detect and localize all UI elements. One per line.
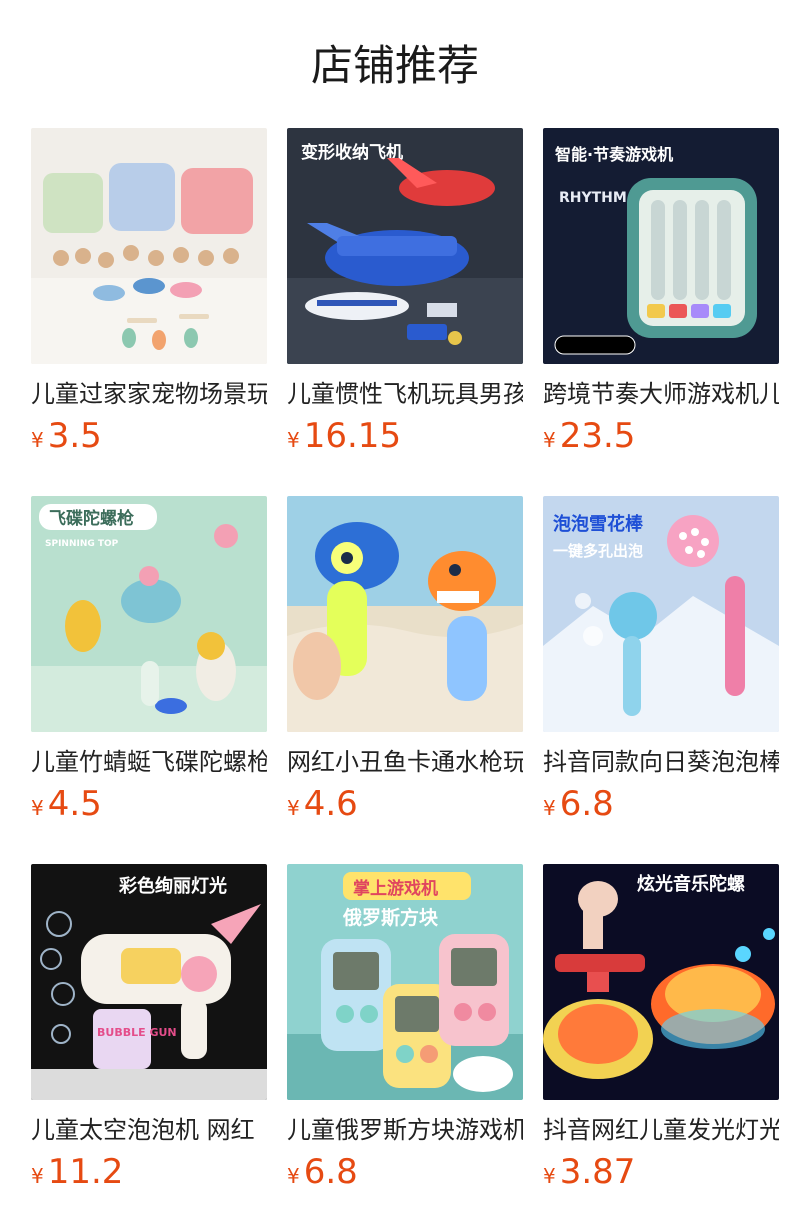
product-name[interactable]: 网红小丑鱼卡通水枪玩具: [287, 746, 523, 778]
currency-symbol: ¥: [31, 428, 44, 452]
currency-symbol: ¥: [543, 796, 556, 820]
price-value: 16.15: [303, 416, 402, 456]
currency-symbol: ¥: [287, 428, 300, 452]
product-price: ¥3.87: [543, 1152, 635, 1192]
product-image[interactable]: 炫光音乐陀螺: [543, 864, 779, 1100]
product-name[interactable]: 抖音同款向日葵泡泡棒: [543, 746, 779, 778]
image-caption: 彩色绚丽灯光: [118, 875, 227, 897]
product-price: ¥23.5: [543, 416, 635, 456]
price-value: 6.8: [559, 784, 614, 824]
image-caption: 掌上游戏机: [353, 878, 438, 899]
product-image[interactable]: 泡泡雪花棒 一键多孔出泡: [543, 496, 779, 732]
product-card[interactable]: 泡泡雪花棒 一键多孔出泡 抖音同款向日葵泡泡棒 ¥6.8: [543, 496, 779, 836]
product-card[interactable]: 掌上游戏机 俄罗斯方块 儿童俄罗斯方块游戏机 ¥6.8: [287, 864, 523, 1204]
price-value: 6.8: [303, 1152, 358, 1192]
product-card[interactable]: 炫光音乐陀螺 抖音网红儿童发光灯光陀螺 ¥3.87: [543, 864, 779, 1204]
product-price: ¥16.15: [287, 416, 401, 456]
image-subcaption: SPINNING TOP: [45, 539, 119, 549]
image-caption: 炫光音乐陀螺: [637, 873, 745, 895]
product-card[interactable]: 飞碟陀螺枪 SPINNING TOP 儿童竹蜻蜓飞碟陀螺枪 ¥4.5: [31, 496, 267, 836]
product-image[interactable]: 彩色绚丽灯光 BUBBLE GUN: [31, 864, 267, 1100]
product-image[interactable]: [31, 128, 267, 364]
product-card[interactable]: 彩色绚丽灯光 BUBBLE GUN 儿童太空泡泡机 网红 ¥11.2: [31, 864, 267, 1204]
product-card[interactable]: 网红小丑鱼卡通水枪玩具 ¥4.6: [287, 496, 523, 836]
product-price: ¥6.8: [543, 784, 614, 824]
product-price: ¥6.8: [287, 1152, 358, 1192]
image-subcaption: 一键多孔出泡: [553, 542, 643, 560]
price-value: 3.5: [47, 416, 102, 456]
image-caption: 智能·节奏游戏机: [555, 145, 673, 164]
price-value: 4.5: [47, 784, 102, 824]
product-name[interactable]: 儿童过家家宠物场景玩具: [31, 378, 267, 410]
page-title: 店铺推荐: [310, 41, 479, 90]
product-name[interactable]: 儿童惯性飞机玩具男孩: [287, 378, 523, 410]
product-name[interactable]: 儿童俄罗斯方块游戏机: [287, 1114, 523, 1146]
product-card[interactable]: 智能·节奏游戏机 RHYTHM 跨境节奏大师游戏机儿童 ¥23.5: [543, 128, 779, 468]
price-value: 4.6: [303, 784, 358, 824]
product-name[interactable]: 抖音网红儿童发光灯光陀螺: [543, 1114, 779, 1146]
currency-symbol: ¥: [31, 1164, 44, 1188]
product-image[interactable]: 智能·节奏游戏机 RHYTHM: [543, 128, 779, 364]
currency-symbol: ¥: [543, 428, 556, 452]
product-price: ¥4.6: [287, 784, 358, 824]
product-card[interactable]: 变形收纳飞机 儿童惯性飞机玩具男孩 ¥16.15: [287, 128, 523, 468]
currency-symbol: ¥: [543, 1164, 556, 1188]
image-subcaption: 俄罗斯方块: [342, 906, 439, 929]
price-value: 23.5: [559, 416, 636, 456]
product-image[interactable]: 掌上游戏机 俄罗斯方块: [287, 864, 523, 1100]
product-name[interactable]: 儿童太空泡泡机 网红: [31, 1114, 267, 1146]
product-name[interactable]: 跨境节奏大师游戏机儿童: [543, 378, 779, 410]
currency-symbol: ¥: [31, 796, 44, 820]
product-image[interactable]: [287, 496, 523, 732]
currency-symbol: ¥: [287, 1164, 300, 1188]
product-image[interactable]: 变形收纳飞机: [287, 128, 523, 364]
product-price: ¥4.5: [31, 784, 102, 824]
price-value: 3.87: [559, 1152, 636, 1192]
image-caption: 变形收纳飞机: [301, 142, 403, 163]
currency-symbol: ¥: [287, 796, 300, 820]
image-subcaption: BUBBLE GUN: [97, 1026, 177, 1039]
price-value: 11.2: [47, 1152, 124, 1192]
product-price: ¥3.5: [31, 416, 102, 456]
product-name[interactable]: 儿童竹蜻蜓飞碟陀螺枪: [31, 746, 267, 778]
image-caption: 泡泡雪花棒: [553, 513, 644, 535]
image-caption: 飞碟陀螺枪: [49, 508, 134, 529]
image-subcaption: RHYTHM: [559, 190, 627, 206]
product-card[interactable]: 儿童过家家宠物场景玩具 ¥3.5: [31, 128, 267, 468]
product-price: ¥11.2: [31, 1152, 123, 1192]
product-image[interactable]: 飞碟陀螺枪 SPINNING TOP: [31, 496, 267, 732]
